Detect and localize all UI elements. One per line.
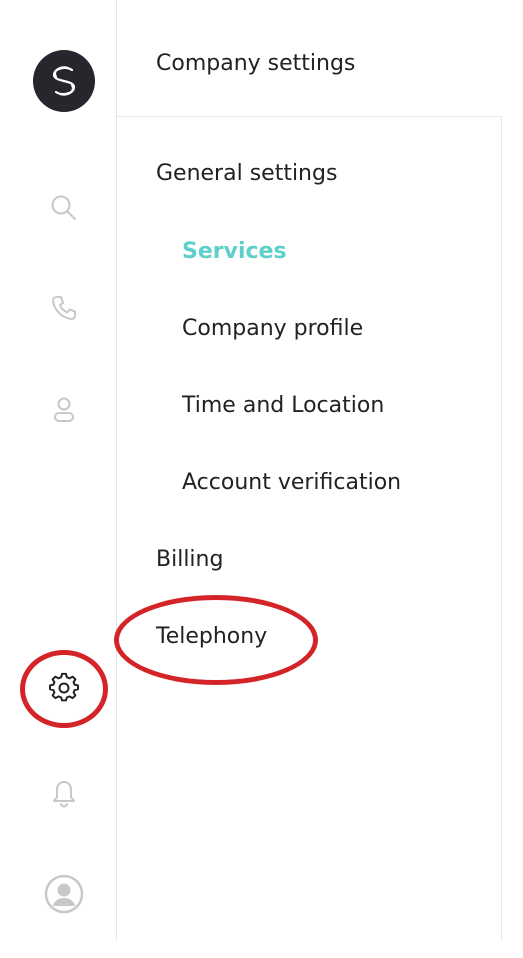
settings-panel: Company settings General settings Servic…: [116, 20, 502, 940]
rail-calls-button[interactable]: [40, 284, 88, 332]
bell-icon: [53, 781, 75, 808]
nav-item-company-profile[interactable]: Company profile: [182, 316, 363, 341]
nav-item-time-and-location[interactable]: Time and Location: [182, 393, 384, 418]
phone-icon: [52, 296, 76, 320]
user-avatar-icon: [44, 874, 84, 914]
rail-search-button[interactable]: [40, 184, 88, 232]
rail-contacts-button[interactable]: [40, 386, 88, 434]
person-icon: [54, 397, 74, 422]
nav-item-account-verification[interactable]: Account verification: [182, 470, 401, 495]
rail-notifications-button[interactable]: [40, 770, 88, 818]
nav-item-telephony[interactable]: Telephony: [156, 624, 267, 649]
nav-item-general-settings[interactable]: General settings: [156, 161, 337, 186]
nav-item-services[interactable]: Services: [182, 239, 287, 264]
settings-nav: General settings Services Company profil…: [116, 117, 502, 940]
nav-item-billing[interactable]: Billing: [156, 547, 223, 572]
brand-logo-icon: [52, 66, 76, 96]
app-logo[interactable]: [33, 50, 95, 112]
page-title: Company settings: [156, 51, 356, 76]
rail-profile-button[interactable]: [40, 870, 88, 918]
panel-header: Company settings: [116, 20, 502, 117]
gear-icon: [49, 672, 79, 702]
left-icon-rail: [0, 0, 117, 940]
search-icon: [51, 195, 76, 220]
rail-settings-button[interactable]: [40, 664, 88, 712]
